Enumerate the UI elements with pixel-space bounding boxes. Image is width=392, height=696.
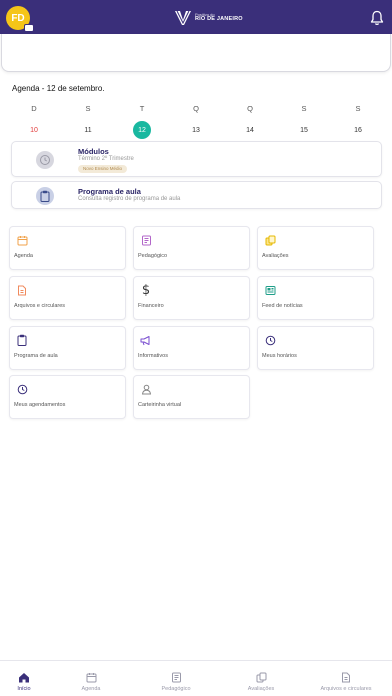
day-column[interactable]: S 11 [62,103,114,139]
nav-pedagogico[interactable]: Pedagógico [156,661,196,696]
logo-small-text: Positivo do [195,12,215,18]
user-icon [140,383,152,395]
avatar[interactable]: FD [6,6,34,32]
book-icon [140,234,152,246]
day-letter: D [31,104,37,113]
modules-subtitle: Término 2º Trimestre [78,156,134,162]
clipboard-icon [36,187,54,205]
home-icon [18,671,30,683]
nav-avaliacoes[interactable]: Avaliações [242,661,280,696]
day-letter: S [85,104,91,113]
copy-icon [264,234,276,246]
program-card[interactable]: Programa de aula Consulta registro de pr… [11,181,382,209]
dollar-icon: $ [141,282,151,298]
tile-meus-agendamentos[interactable]: Meus agendamentos [9,375,126,419]
day-number[interactable]: 16 [349,121,367,139]
logo-big-text: RIO DE JANEIRO [195,16,243,23]
day-number[interactable]: 11 [79,121,97,139]
day-column[interactable]: S 15 [278,103,330,139]
nav-label: Pedagógico [161,686,191,692]
avatar-badge-icon [24,24,34,32]
tile-label: Arquivos e circulares [14,303,66,309]
day-column[interactable]: Q 14 [224,103,276,139]
day-column[interactable]: S 16 [332,103,384,139]
agenda-title: Agenda - 12 de setembro. [12,84,105,93]
app-header: FD Positivo do RIO DE JANEIRO [0,0,392,34]
week-strip: D 10 S 11 T 12 Q 13 Q 14 S 15 S 16 [8,103,384,139]
tile-label: Meus horários [262,353,297,359]
clock-icon [36,151,54,169]
file-icon [16,284,28,296]
tile-label: Informativos [138,353,168,359]
school-logo: Positivo do RIO DE JANEIRO [174,8,243,28]
tile-pedagogico[interactable]: Pedagógico [133,226,250,270]
tile-avaliacoes[interactable]: Avaliações [257,226,374,270]
copy-icon [255,671,267,683]
day-letter: Q [247,104,253,113]
file-icon [340,671,352,683]
day-column[interactable]: Q 13 [170,103,222,139]
modules-tag: Novo Ensino Médio [78,165,128,173]
banner-panel [1,34,391,72]
calendar-icon [85,671,97,683]
tile-informativos[interactable]: Informativos [133,326,250,370]
nav-label: Avaliações [247,686,275,692]
nav-agenda[interactable]: Agenda [76,661,106,696]
tile-arquivos[interactable]: Arquivos e circulares [9,276,126,320]
day-column[interactable]: T 12 [116,103,168,139]
tile-label: Meus agendamentos [14,402,66,408]
day-column[interactable]: D 10 [8,103,60,139]
avatar-initials: FD [11,12,25,24]
clipboard-icon [16,334,28,346]
bell-icon[interactable] [370,10,384,26]
program-title: Programa de aula [78,187,141,196]
logo-mark-icon [175,10,191,25]
tile-feed-noticias[interactable]: Feed de notícias [257,276,374,320]
clock-icon [264,334,276,346]
tile-label: Agenda [14,253,33,259]
newspaper-icon [264,284,276,296]
tile-programa-aula[interactable]: Programa de aula [9,326,126,370]
program-subtitle: Consulta registro de programa de aula [78,196,181,202]
day-letter: S [301,104,307,113]
day-number[interactable]: 10 [25,121,43,139]
nav-arquivos[interactable]: Arquivos e circulares [316,661,376,696]
tile-agenda[interactable]: Agenda [9,226,126,270]
tile-label: Financeiro [138,303,164,309]
tile-meus-horarios[interactable]: Meus horários [257,326,374,370]
day-letter: S [355,104,361,113]
day-number-selected[interactable]: 12 [133,121,151,139]
tile-label: Programa de aula [14,353,58,359]
megaphone-icon [140,334,152,346]
tile-carteirinha-virtual[interactable]: Carteirinha virtual [133,375,250,419]
nav-label: Arquivos e circulares [320,686,372,692]
modules-card[interactable]: Módulos Término 2º Trimestre Novo Ensino… [11,141,382,177]
modules-title: Módulos [78,147,109,156]
book-icon [170,671,182,683]
nav-label: Início [17,686,31,692]
day-letter: T [139,104,145,113]
calendar-icon [16,234,28,246]
bottom-nav: Início Agenda Pedagógico Avaliações Arqu… [0,660,392,696]
tile-label: Feed de notícias [262,303,303,309]
tile-label: Carteirinha virtual [138,402,182,408]
nav-inicio[interactable]: Início [10,661,38,696]
clock-icon [16,383,28,395]
day-number[interactable]: 15 [295,121,313,139]
tile-label: Avaliações [262,253,289,259]
nav-label: Agenda [81,686,101,692]
tile-financeiro[interactable]: $ Financeiro [133,276,250,320]
day-number[interactable]: 14 [241,121,259,139]
tile-label: Pedagógico [138,253,168,259]
day-letter: Q [193,104,199,113]
day-number[interactable]: 13 [187,121,205,139]
